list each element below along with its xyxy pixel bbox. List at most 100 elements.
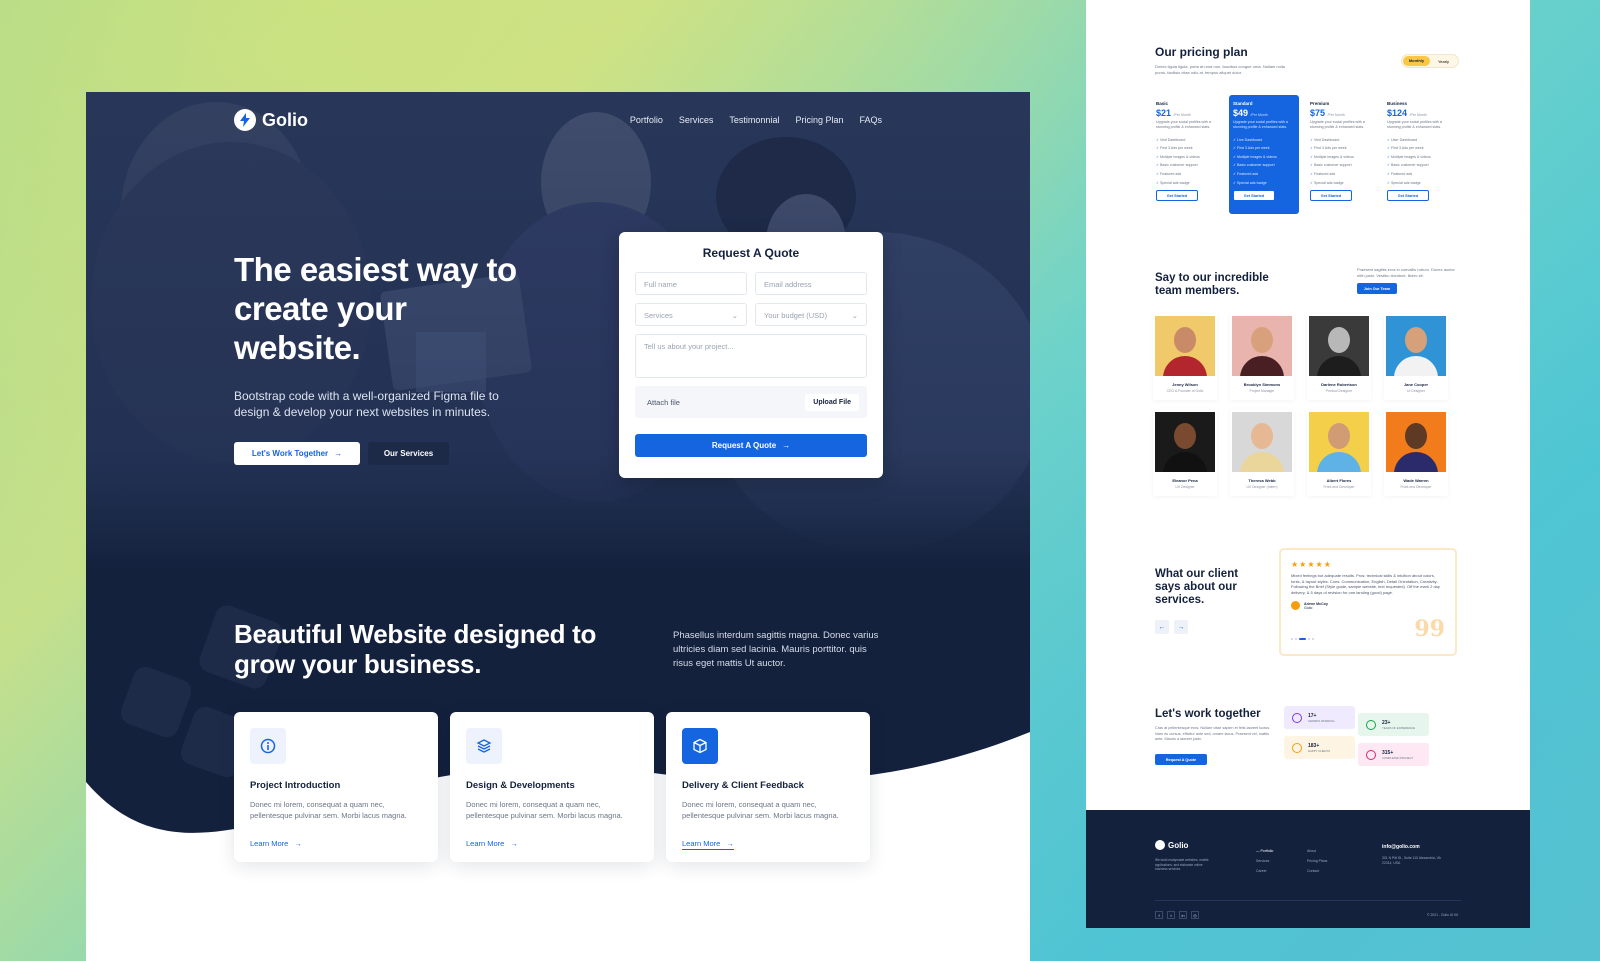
nav-link-testimonial[interactable]: Testimonnial bbox=[729, 115, 779, 125]
photo-head bbox=[1251, 423, 1273, 449]
team-member-role: Product Designer bbox=[1325, 389, 1353, 393]
plan-feature: Multiple images & videos bbox=[1233, 153, 1295, 162]
linkedin-icon[interactable]: in bbox=[1179, 911, 1187, 919]
footer-link-career[interactable]: Career bbox=[1256, 866, 1273, 876]
footer-link-pricing[interactable]: Pricing Plans bbox=[1307, 856, 1327, 866]
footer-link-about[interactable]: About bbox=[1307, 846, 1327, 856]
social-links: f t in ◎ bbox=[1155, 911, 1199, 919]
footer-email[interactable]: info@golio.com bbox=[1382, 844, 1420, 850]
team-member-card[interactable]: Wade Warren Front-end Developer bbox=[1384, 410, 1448, 496]
arrow-right-icon: → bbox=[334, 449, 343, 458]
services-select[interactable]: Services ⌄ bbox=[635, 303, 747, 326]
billing-toggle[interactable]: Monthly Yearly bbox=[1401, 54, 1459, 68]
plan-name: Standard bbox=[1233, 101, 1253, 106]
facebook-icon[interactable]: f bbox=[1155, 911, 1163, 919]
learn-more-link[interactable]: Learn More → bbox=[250, 839, 302, 848]
plan-feature: Special ads badge bbox=[1156, 179, 1218, 188]
photo-head bbox=[1405, 423, 1427, 449]
toggle-monthly[interactable]: Monthly bbox=[1403, 56, 1430, 66]
brand-logo[interactable]: Golio bbox=[234, 109, 308, 131]
card-title: Design & Developments bbox=[466, 780, 575, 791]
learn-more-link[interactable]: Learn More → bbox=[466, 839, 518, 848]
email-placeholder: Email address bbox=[764, 280, 812, 289]
arrow-right-icon[interactable]: → bbox=[1174, 620, 1188, 634]
work-together-button[interactable]: Let's Work Together → bbox=[234, 442, 360, 465]
team-member-photo bbox=[1155, 412, 1215, 472]
get-started-button[interactable]: Get Started bbox=[1387, 190, 1429, 202]
team-member-photo bbox=[1386, 412, 1446, 472]
toggle-yearly[interactable]: Yearly bbox=[1430, 59, 1457, 64]
request-quote-button[interactable]: Request A Quote bbox=[1155, 754, 1207, 765]
upload-file-button[interactable]: Upload File bbox=[805, 393, 859, 411]
feature-card: Design & Developments Donec mi lorem, co… bbox=[450, 712, 654, 862]
plan-feature: First 3 Ads per week bbox=[1310, 144, 1372, 153]
team-member-role: Front-end Developer bbox=[1400, 485, 1432, 489]
carousel-dots[interactable] bbox=[1291, 638, 1314, 640]
footer-link-services[interactable]: Services bbox=[1256, 856, 1273, 866]
team-member-card[interactable]: Jenny Wilson CEO & Founder of Golio bbox=[1153, 314, 1217, 400]
team-member-role: Front-end Developer bbox=[1323, 485, 1355, 489]
team-member-card[interactable]: Jane Cooper UI Designer bbox=[1384, 314, 1448, 400]
get-started-button[interactable]: Get Started bbox=[1233, 190, 1275, 202]
team-member-role: UX Designer (Intern) bbox=[1246, 485, 1278, 489]
photo-body bbox=[1394, 356, 1438, 376]
request-quote-button[interactable]: Request A Quote → bbox=[635, 434, 867, 457]
testimonial-nav: ← → bbox=[1155, 620, 1188, 634]
plan-price-value: $75 bbox=[1310, 108, 1326, 118]
team-title: Say to our incredible team members. bbox=[1155, 272, 1269, 297]
plan-feature: Live Dashboard bbox=[1233, 136, 1295, 145]
footer-brand: Golio bbox=[1168, 840, 1189, 850]
copyright: © 2021 - Golio UI Kit bbox=[1427, 913, 1459, 917]
plan-description: Upgrade your social profiles with a stun… bbox=[1233, 120, 1288, 129]
plan-description: Upgrade your social profiles with a stun… bbox=[1310, 120, 1365, 129]
landing-page-secondary: Our pricing plan Donec ligula ligula, po… bbox=[1086, 0, 1530, 928]
nav-link-services[interactable]: Services bbox=[679, 115, 714, 125]
nav-link-faqs[interactable]: FAQs bbox=[859, 115, 882, 125]
footer-link-contact[interactable]: Contact bbox=[1307, 866, 1327, 876]
attach-file-label: Attach file bbox=[647, 397, 680, 407]
photo-head bbox=[1174, 327, 1196, 353]
plan-price: $124 /Per Month bbox=[1387, 108, 1449, 118]
photo-head bbox=[1328, 327, 1350, 353]
our-services-button[interactable]: Our Services bbox=[368, 442, 449, 465]
get-started-button[interactable]: Get Started bbox=[1310, 190, 1352, 202]
instagram-icon[interactable]: ◎ bbox=[1191, 911, 1199, 919]
nav-link-portfolio[interactable]: Portfolio bbox=[630, 115, 663, 125]
footer-description: We build readymade websites, mobile appl… bbox=[1155, 858, 1209, 872]
team-member-role: UX Designer bbox=[1175, 485, 1195, 489]
pricing-subtitle: Donec ligula ligula, porta at urna non, … bbox=[1155, 64, 1285, 75]
get-started-button[interactable]: Get Started bbox=[1156, 190, 1198, 202]
photo-head bbox=[1405, 327, 1427, 353]
footer-links-1: — Portfolio Services Career bbox=[1256, 846, 1273, 876]
photo-body bbox=[1317, 452, 1361, 472]
team-member-card[interactable]: Brooklyn Simmons Project Manager bbox=[1230, 314, 1294, 400]
footer-links-2: About Pricing Plans Contact bbox=[1307, 846, 1327, 876]
arrow-left-icon[interactable]: ← bbox=[1155, 620, 1169, 634]
info-icon bbox=[250, 728, 286, 764]
footer-link-portfolio[interactable]: — Portfolio bbox=[1256, 846, 1273, 856]
team-member-card[interactable]: Albert Flores Front-end Developer bbox=[1307, 410, 1371, 496]
twitter-icon[interactable]: t bbox=[1167, 911, 1175, 919]
work-together-label: Let's Work Together bbox=[251, 449, 329, 458]
footer-address: 301 N Pitt St., Suite 110 Alexandria, VA… bbox=[1382, 856, 1441, 865]
team-member-card[interactable]: Eleanor Pena UX Designer bbox=[1153, 410, 1217, 496]
plan-features: Visit Dashboard First 3 Ads per week Mul… bbox=[1310, 136, 1372, 188]
footer-logo[interactable]: Golio bbox=[1155, 840, 1188, 850]
stat-label: AWARDS WORKING bbox=[1308, 718, 1335, 723]
email-field[interactable]: Email address bbox=[755, 272, 867, 295]
project-message-field[interactable]: Tell us about your project... bbox=[635, 334, 867, 378]
join-team-button[interactable]: Join Our Team bbox=[1357, 283, 1397, 294]
nav-link-pricing[interactable]: Pricing Plan bbox=[795, 115, 843, 125]
budget-select[interactable]: Your budget (USD) ⌄ bbox=[755, 303, 867, 326]
learn-more-link[interactable]: Learn More → bbox=[682, 839, 734, 850]
plan-description: Upgrade your social profiles with a stun… bbox=[1156, 120, 1211, 129]
photo-body bbox=[1394, 452, 1438, 472]
arrow-right-icon: → bbox=[726, 839, 734, 848]
team-member-card[interactable]: Darlene Robertson Product Designer bbox=[1307, 314, 1371, 400]
plan-price: $75 /Per Month bbox=[1310, 108, 1372, 118]
full-name-field[interactable]: Full name bbox=[635, 272, 747, 295]
team-member-card[interactable]: Theresa Webb UX Designer (Intern) bbox=[1230, 410, 1294, 496]
plan-features: Live Dashboard First 3 Ads per week Mult… bbox=[1233, 136, 1295, 188]
plan-feature: User Dashboard bbox=[1387, 136, 1449, 145]
testimonial-title: What our client says about our services. bbox=[1155, 568, 1239, 606]
